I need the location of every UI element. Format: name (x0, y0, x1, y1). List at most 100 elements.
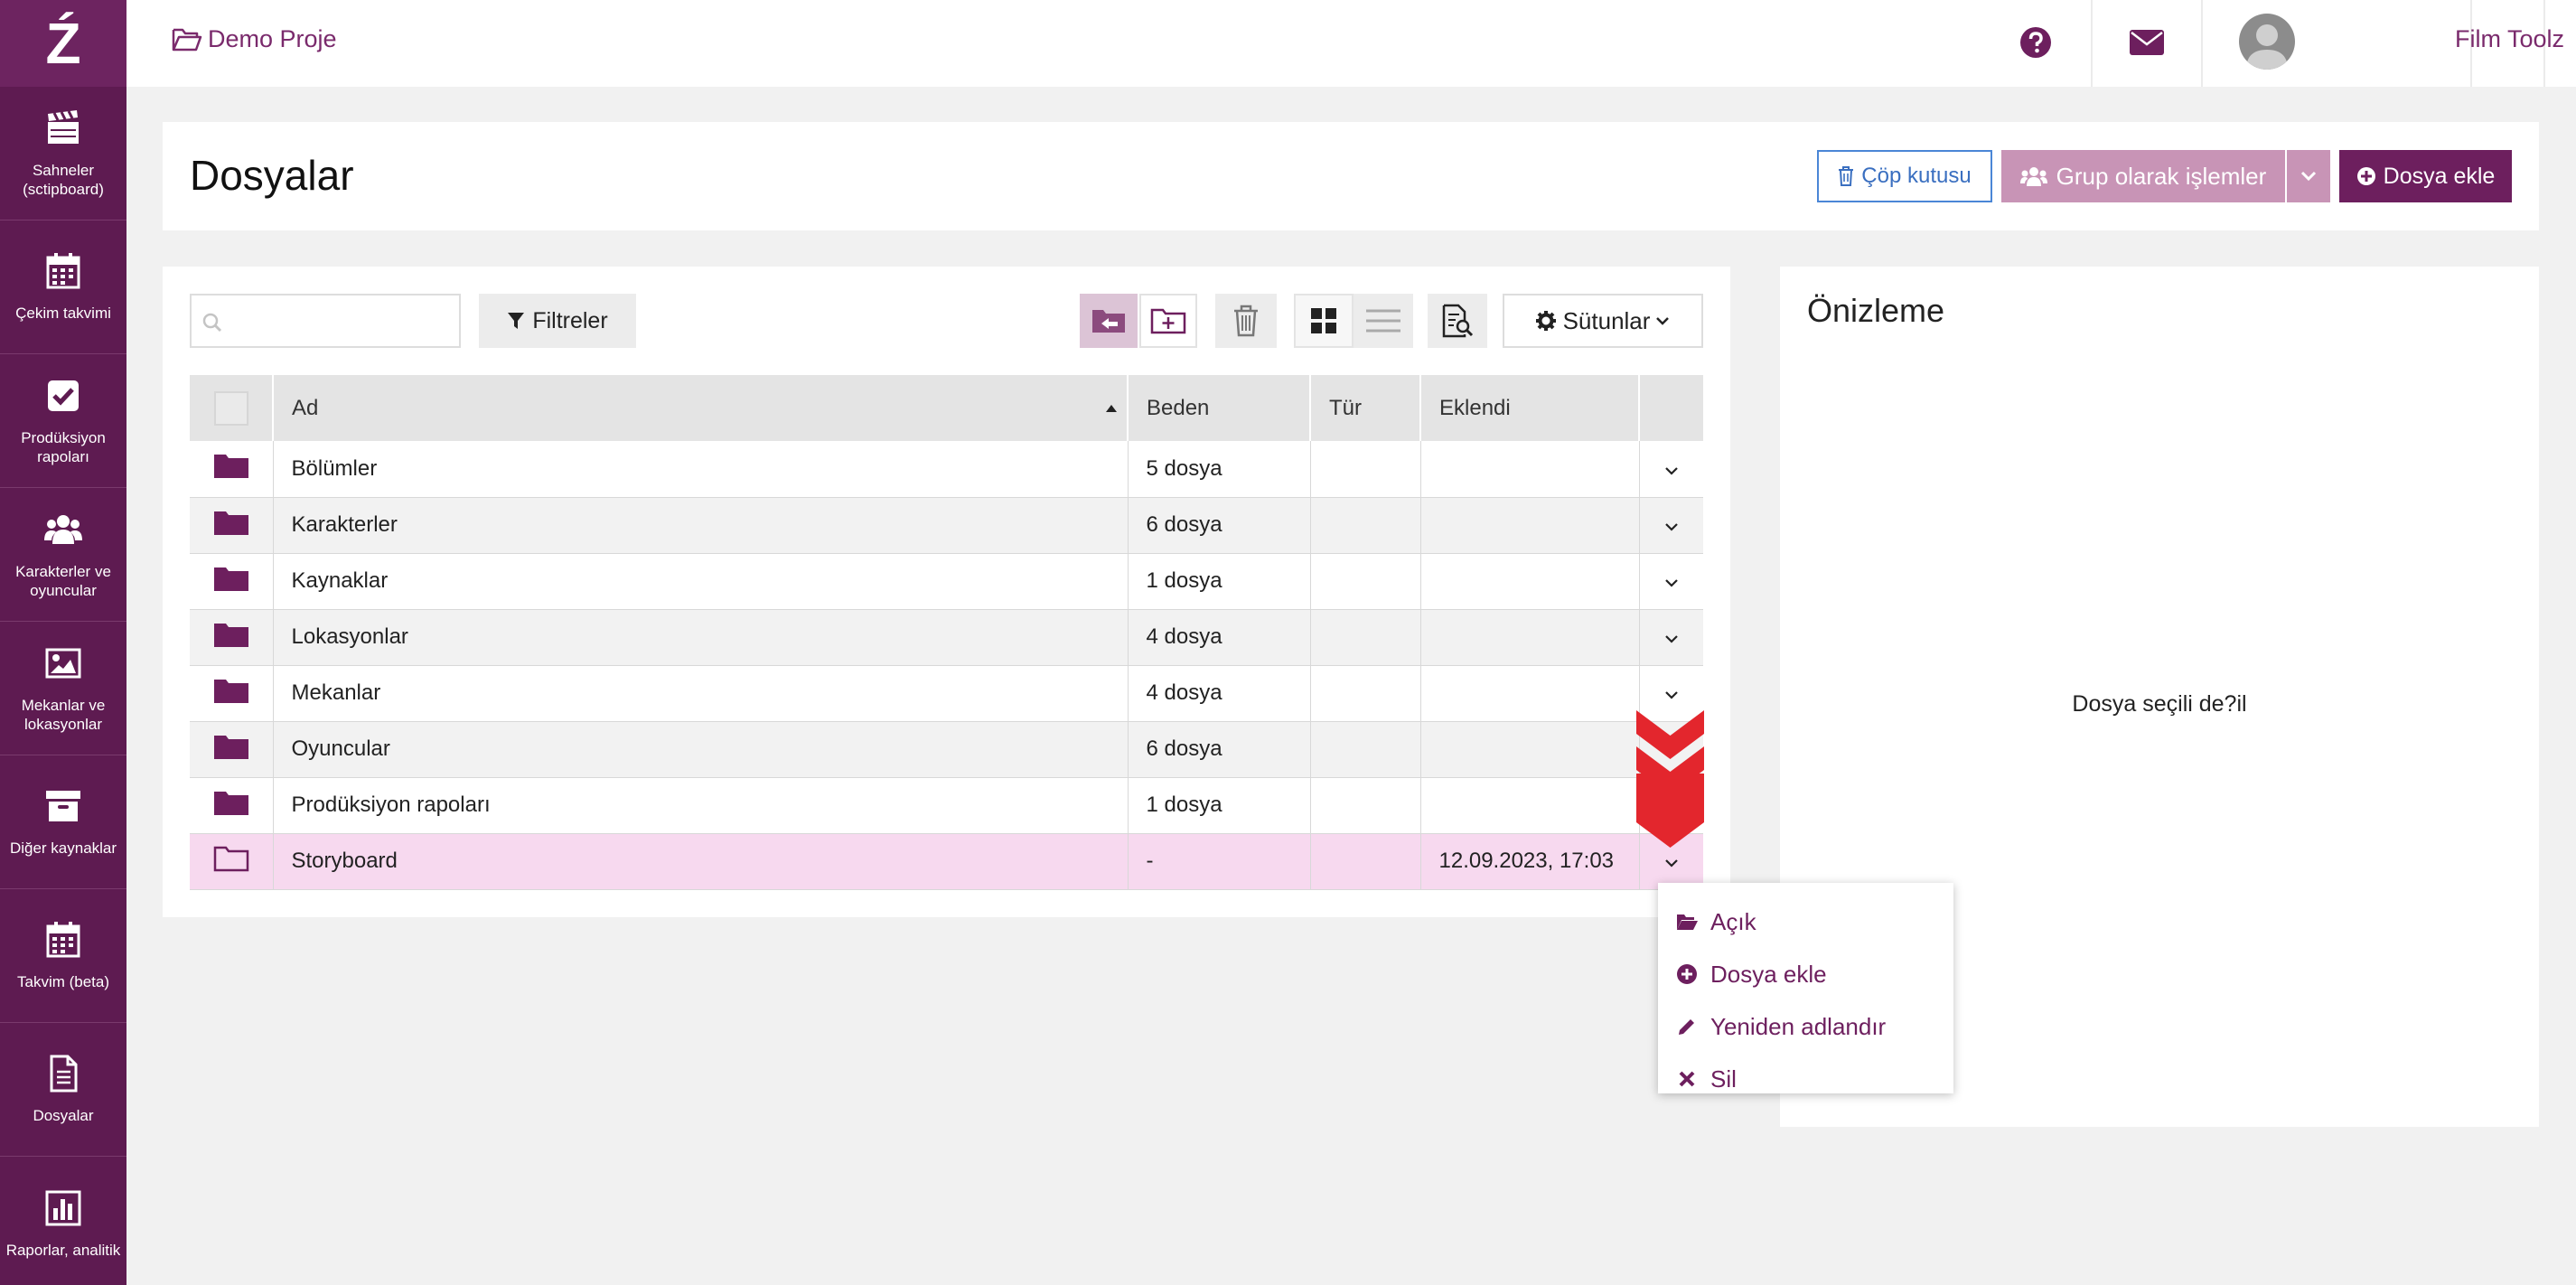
select-all-checkbox[interactable] (213, 390, 248, 426)
chevron-down-icon (1656, 317, 1670, 325)
file-name[interactable]: Lokasyonlar (273, 609, 1129, 666)
help-icon[interactable] (2019, 26, 2052, 59)
file-size: 6 dosya (1128, 721, 1311, 778)
table-row[interactable]: Storyboard - 12.09.2023, 17:03 (190, 833, 1703, 890)
chevron-down-icon[interactable] (1664, 858, 1679, 868)
folder-cell (190, 609, 274, 666)
sidebar-item-calendar-beta[interactable]: Takvim (beta) (0, 889, 126, 1023)
user-name[interactable]: Film Toolz (2455, 25, 2564, 53)
folder-icon (213, 791, 248, 815)
chevron-down-icon[interactable] (1664, 634, 1679, 643)
grid-view-button[interactable] (1294, 294, 1354, 348)
file-added: 12.09.2023, 17:03 (1420, 833, 1640, 890)
filter-button[interactable]: Filtreler (479, 294, 636, 348)
sidebar-item-files[interactable]: Dosyalar (0, 1023, 126, 1157)
row-context-menu: Açık Dosya ekle Yeniden adlandır Sil (1658, 883, 1953, 1093)
document-icon (50, 1055, 78, 1093)
chevron-down-icon[interactable] (1664, 578, 1679, 587)
clapperboard-icon (48, 109, 79, 144)
app-logo[interactable]: Ź (0, 0, 126, 87)
columns-button[interactable]: Sütunlar (1503, 294, 1703, 348)
users-icon (2019, 167, 2047, 186)
list-view-button[interactable] (1354, 294, 1413, 348)
bar-chart-icon (45, 1190, 81, 1225)
calendar-icon (46, 253, 80, 289)
row-actions-cell[interactable] (1639, 497, 1703, 554)
row-actions-cell[interactable] (1639, 441, 1703, 498)
table-row[interactable]: Oyuncular 6 dosya (190, 721, 1703, 778)
column-header-type[interactable]: Tür (1310, 375, 1421, 441)
column-header-actions (1639, 375, 1703, 441)
new-folder-button[interactable] (1139, 294, 1197, 348)
folder-icon (213, 735, 248, 759)
delete-button[interactable] (1215, 294, 1277, 348)
sidebar-item-characters[interactable]: Karakterler ve oyuncular (0, 488, 126, 622)
table-row[interactable]: Karakterler 6 dosya (190, 497, 1703, 554)
divider (2201, 0, 2203, 87)
file-added (1420, 721, 1640, 778)
folder-icon (213, 846, 248, 871)
chevron-down-icon[interactable] (1664, 522, 1679, 531)
calendar-icon (46, 922, 80, 958)
sidebar-item-other-resources[interactable]: Diğer kaynaklar (0, 755, 126, 889)
table-row[interactable]: Mekanlar 4 dosya (190, 665, 1703, 722)
sidebar-item-label: Karakterler ve oyuncular (15, 562, 111, 599)
checkbox-icon (48, 380, 79, 411)
sidebar-item-label: Takvim (beta) (16, 973, 110, 990)
files-panel: Filtreler Sütunlar Ad Beden Tür Eklendi … (163, 267, 1730, 917)
search-input[interactable] (190, 294, 461, 348)
file-name[interactable]: Prodüksiyon rapoları (273, 777, 1129, 834)
menu-item-open[interactable]: Açık (1658, 896, 1953, 948)
avatar[interactable] (2239, 14, 2295, 70)
file-name[interactable]: Storyboard (273, 833, 1129, 890)
group-actions-button[interactable]: Grup olarak işlemler (2001, 150, 2285, 202)
sidebar-item-production-reports[interactable]: Prodüksiyon rapoları (0, 354, 126, 488)
column-header-added[interactable]: Eklendi (1420, 375, 1640, 441)
folder-cell (190, 553, 274, 610)
project-link[interactable]: Demo Proje (172, 25, 337, 53)
plus-circle-icon (1677, 964, 1697, 984)
file-type (1310, 665, 1421, 722)
file-type (1310, 833, 1421, 890)
table-row[interactable]: Lokasyonlar 4 dosya (190, 609, 1703, 666)
preview-toggle-button[interactable] (1428, 294, 1487, 348)
user-icon (2246, 24, 2288, 70)
column-header-name[interactable]: Ad (273, 375, 1129, 441)
file-name[interactable]: Oyuncular (273, 721, 1129, 778)
column-header-size[interactable]: Beden (1128, 375, 1311, 441)
group-actions-dropdown[interactable] (2287, 150, 2330, 202)
file-name[interactable]: Karakterler (273, 497, 1129, 554)
row-actions-cell[interactable] (1639, 553, 1703, 610)
sidebar-item-shooting-schedule[interactable]: Çekim takvimi (0, 220, 126, 354)
file-type (1310, 441, 1421, 498)
image-icon (45, 648, 81, 678)
table-row[interactable]: Kaynaklar 1 dosya (190, 553, 1703, 610)
table-row[interactable]: Prodüksiyon rapoları 1 dosya (190, 777, 1703, 834)
row-actions-cell[interactable] (1639, 609, 1703, 666)
menu-item-add-file[interactable]: Dosya ekle (1658, 948, 1953, 1000)
page-title: Dosyalar (190, 152, 354, 199)
files-table: Ad Beden Tür Eklendi Bölümler 5 dosya Kara… (190, 375, 1703, 890)
chevron-down-icon[interactable] (1664, 690, 1679, 699)
add-file-button[interactable]: Dosya ekle (2339, 150, 2512, 202)
file-name[interactable]: Mekanlar (273, 665, 1129, 722)
sidebar-item-locations[interactable]: Mekanlar ve lokasyonlar (0, 622, 126, 755)
file-name[interactable]: Kaynaklar (273, 553, 1129, 610)
filter-icon (508, 313, 525, 329)
close-icon (1679, 1071, 1695, 1087)
file-type (1310, 721, 1421, 778)
sidebar-item-scenes[interactable]: Sahneler (sctipboard) (0, 87, 126, 220)
menu-item-delete[interactable]: Sil (1658, 1053, 1953, 1105)
file-name[interactable]: Bölümler (273, 441, 1129, 498)
trash-button[interactable]: Çöp kutusu (1817, 150, 1992, 202)
sidebar-item-reports-analytics[interactable]: Raporlar, analitik (0, 1157, 126, 1285)
menu-item-rename[interactable]: Yeniden adlandır (1658, 1000, 1953, 1053)
mail-icon[interactable] (2130, 30, 2164, 55)
folder-open-icon (172, 28, 202, 51)
folder-cell (190, 777, 274, 834)
chevron-down-icon[interactable] (1664, 466, 1679, 475)
table-row[interactable]: Bölümler 5 dosya (190, 441, 1703, 498)
parent-folder-button[interactable] (1080, 294, 1138, 348)
trash-icon (1839, 166, 1854, 186)
file-size: - (1128, 833, 1311, 890)
